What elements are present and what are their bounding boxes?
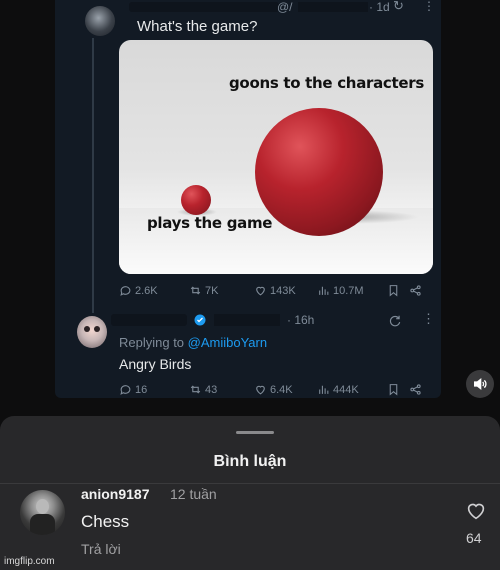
reply-icon [120, 286, 131, 296]
share-icon [410, 285, 421, 296]
meme-label-small: plays the game [147, 214, 273, 232]
heart-icon[interactable] [466, 502, 486, 520]
commenter-avatar[interactable] [20, 490, 65, 535]
tweet-1-header: @/ · 1d ↻ ⋮ What's the game? [73, 0, 435, 38]
views-icon [319, 286, 329, 295]
bookmark-icon [389, 285, 398, 297]
share-button[interactable] [409, 284, 422, 297]
views-button[interactable]: 444K [317, 383, 359, 396]
heart-icon [256, 385, 265, 395]
meme-label-big: goons to the characters [229, 74, 424, 92]
avatar-eye [84, 326, 90, 332]
reply-count: 2.6K [135, 284, 158, 297]
redacted-handle [298, 2, 368, 12]
redacted-name [111, 314, 187, 326]
embedded-tweet-screenshot: @/ · 1d ↻ ⋮ What's the game? goons to th… [55, 0, 441, 398]
reply-link[interactable]: Trả lời [81, 541, 121, 557]
comment-like-count: 64 [466, 530, 482, 546]
share-icon [410, 384, 421, 395]
avatar-eye [94, 326, 100, 332]
mention-link[interactable]: @AmiiboYarn [188, 335, 267, 350]
heart-icon [256, 286, 265, 296]
tweet-text: What's the game? [137, 18, 258, 35]
reply-button[interactable]: 2.6K [119, 284, 158, 297]
avatar-body [30, 514, 55, 535]
share-button[interactable] [409, 383, 422, 396]
more-icon[interactable]: ⋮ [423, 0, 435, 13]
view-count: 10.7M [333, 284, 364, 297]
views-button[interactable]: 10.7M [317, 284, 364, 297]
screen: @/ · 1d ↻ ⋮ What's the game? goons to th… [0, 0, 500, 570]
big-red-ball [255, 108, 383, 236]
repost-count: 43 [205, 383, 218, 396]
redacted-name [129, 2, 279, 12]
avatar[interactable] [77, 316, 107, 348]
repost-icon [190, 286, 201, 295]
small-red-ball [181, 185, 211, 215]
timestamp: · 16h [287, 313, 315, 327]
like-count: 6.4K [270, 383, 293, 396]
view-count: 444K [333, 383, 359, 396]
avatar[interactable] [85, 6, 115, 36]
divider [0, 483, 500, 484]
bookmark-button[interactable] [387, 383, 400, 396]
like-button[interactable]: 143K [254, 284, 296, 297]
reply-button[interactable]: 16 [119, 383, 147, 396]
replying-to-line: Replying to @AmiiboYarn [119, 335, 267, 350]
like-button[interactable]: 6.4K [254, 383, 293, 396]
bookmark-icon [389, 384, 398, 396]
views-icon [319, 385, 329, 394]
speaker-icon [474, 377, 487, 391]
tweet-2-actions: 16 43 6.4K 444K [119, 383, 433, 398]
sheet-drag-handle[interactable] [236, 431, 274, 434]
grok-icon[interactable] [388, 314, 402, 328]
comment-time: 12 tuần [170, 486, 217, 502]
sound-toggle-button[interactable] [466, 370, 494, 398]
redacted-handle [214, 314, 280, 326]
repost-count: 7K [205, 284, 219, 297]
meme-image[interactable]: goons to the characters plays the game [119, 40, 433, 274]
avatar-head [36, 499, 49, 514]
repost-button[interactable]: 7K [189, 284, 218, 297]
tweet-1-actions: 2.6K 7K 143K 10.7M [119, 284, 433, 302]
thread-line [92, 38, 94, 313]
repost-button[interactable]: 43 [189, 383, 217, 396]
grok-icon[interactable]: ↻ [393, 0, 404, 14]
replying-to-label: Replying to [119, 335, 185, 350]
handle-text: @/ [277, 0, 293, 14]
tweet-text: Angry Birds [119, 356, 192, 372]
comment-text: Chess [81, 512, 130, 531]
bookmark-button[interactable] [387, 284, 400, 297]
verified-badge-icon [194, 314, 206, 326]
like-count: 143K [270, 284, 296, 297]
watermark: imgflip.com [4, 556, 55, 567]
reply-count: 16 [135, 383, 148, 396]
comments-sheet: Bình luận anion9187 12 tuần Chess Trả lờ… [0, 416, 500, 570]
more-icon[interactable]: ⋮ [422, 311, 435, 327]
repost-icon [190, 385, 201, 394]
sheet-title: Bình luận [213, 453, 287, 470]
commenter-username[interactable]: anion9187 [81, 486, 149, 502]
timestamp: · 1d [369, 0, 390, 14]
reply-icon [120, 385, 131, 395]
